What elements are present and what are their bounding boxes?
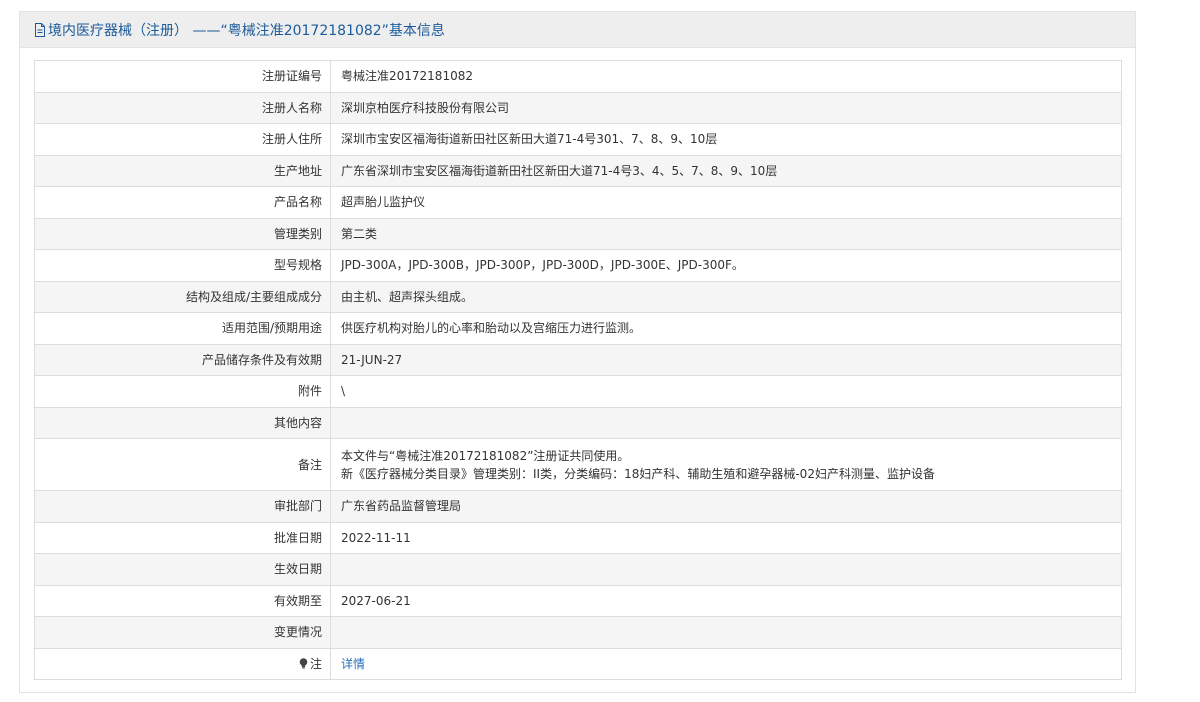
remarks-line-2: 新《医疗器械分类目录》管理类别：II类，分类编码：18妇产科、辅助生殖和避孕器械… xyxy=(341,466,935,481)
table-row: 附件 \ xyxy=(34,375,1122,408)
row-value: 深圳市宝安区福海街道新田社区新田大道71-4号301、7、8、9、10层 xyxy=(330,123,1122,156)
table-row: 生产地址 广东省深圳市宝安区福海街道新田社区新田大道71-4号3、4、5、7、8… xyxy=(34,154,1122,187)
table-row: 批准日期 2022-11-11 xyxy=(34,521,1122,554)
row-value: 粤械注准20172181082 xyxy=(330,60,1122,93)
row-value-remarks: 本文件与“粤械注准20172181082”注册证共同使用。 新《医疗器械分类目录… xyxy=(330,438,1122,491)
lightbulb-icon xyxy=(299,657,308,669)
details-link[interactable]: 详情 xyxy=(341,657,365,671)
row-value: 广东省深圳市宝安区福海街道新田社区新田大道71-4号3、4、5、7、8、9、10… xyxy=(330,154,1122,187)
row-value: 供医疗机构对胎儿的心率和胎动以及宫缩压力进行监测。 xyxy=(330,312,1122,345)
row-value: 深圳京柏医疗科技股份有限公司 xyxy=(330,91,1122,124)
row-value: 2022-11-11 xyxy=(330,521,1122,554)
row-label: 附件 xyxy=(34,375,331,408)
table-row: 备注 本文件与“粤械注准20172181082”注册证共同使用。 新《医疗器械分… xyxy=(34,438,1122,491)
row-value: 21-JUN-27 xyxy=(330,343,1122,376)
table-row: 审批部门 广东省药品监督管理局 xyxy=(34,490,1122,523)
page-title: 境内医疗器械（注册） ——“粤械注准20172181082”基本信息 xyxy=(48,22,445,39)
row-label-note: 注 xyxy=(34,647,331,680)
info-table-wrap: 注册证编号 粤械注准20172181082 注册人名称 深圳京柏医疗科技股份有限… xyxy=(34,60,1122,680)
table-row: 产品名称 超声胎儿监护仪 xyxy=(34,186,1122,219)
row-label: 注册人名称 xyxy=(34,91,331,124)
row-value xyxy=(330,553,1122,586)
table-row: 产品储存条件及有效期 21-JUN-27 xyxy=(34,343,1122,376)
row-label: 管理类别 xyxy=(34,217,331,250)
row-label: 其他内容 xyxy=(34,406,331,439)
table-row: 注册人名称 深圳京柏医疗科技股份有限公司 xyxy=(34,91,1122,124)
table-row: 生效日期 xyxy=(34,553,1122,586)
note-label: 注 xyxy=(309,656,322,671)
row-label: 注册人住所 xyxy=(34,123,331,156)
row-value: 第二类 xyxy=(330,217,1122,250)
row-label: 审批部门 xyxy=(34,490,331,523)
row-label: 产品储存条件及有效期 xyxy=(34,343,331,376)
table-row: 型号规格 JPD-300A，JPD-300B，JPD-300P，JPD-300D… xyxy=(34,249,1122,282)
table-row: 注册人住所 深圳市宝安区福海街道新田社区新田大道71-4号301、7、8、9、1… xyxy=(34,123,1122,156)
row-label: 型号规格 xyxy=(34,249,331,282)
row-value: 超声胎儿监护仪 xyxy=(330,186,1122,219)
row-label: 适用范围/预期用途 xyxy=(34,312,331,345)
table-row: 其他内容 xyxy=(34,406,1122,439)
row-value: 2027-06-21 xyxy=(330,584,1122,617)
row-value xyxy=(330,406,1122,439)
row-label: 备注 xyxy=(34,438,331,491)
row-value: JPD-300A，JPD-300B，JPD-300P，JPD-300D，JPD-… xyxy=(330,249,1122,282)
row-label: 变更情况 xyxy=(34,616,331,649)
row-label: 生效日期 xyxy=(34,553,331,586)
row-value: 广东省药品监督管理局 xyxy=(330,490,1122,523)
info-panel: 境内医疗器械（注册） ——“粤械注准20172181082”基本信息 注册证编号… xyxy=(19,11,1136,693)
panel-header: 境内医疗器械（注册） ——“粤械注准20172181082”基本信息 xyxy=(20,12,1135,48)
row-value: \ xyxy=(330,375,1122,408)
table-row: 适用范围/预期用途 供医疗机构对胎儿的心率和胎动以及宫缩压力进行监测。 xyxy=(34,312,1122,345)
row-value-note: 详情 xyxy=(330,647,1122,680)
table-row: 注 详情 xyxy=(34,647,1122,680)
row-label: 生产地址 xyxy=(34,154,331,187)
row-label: 批准日期 xyxy=(34,521,331,554)
document-icon xyxy=(34,22,46,37)
table-row: 注册证编号 粤械注准20172181082 xyxy=(34,60,1122,93)
row-label: 产品名称 xyxy=(34,186,331,219)
table-row: 变更情况 xyxy=(34,616,1122,649)
table-row: 管理类别 第二类 xyxy=(34,217,1122,250)
row-value xyxy=(330,616,1122,649)
remarks-line-1: 本文件与“粤械注准20172181082”注册证共同使用。 xyxy=(341,448,630,463)
row-value: 由主机、超声探头组成。 xyxy=(330,280,1122,313)
table-row: 结构及组成/主要组成成分 由主机、超声探头组成。 xyxy=(34,280,1122,313)
row-label: 注册证编号 xyxy=(34,60,331,93)
row-label: 有效期至 xyxy=(34,584,331,617)
info-table: 注册证编号 粤械注准20172181082 注册人名称 深圳京柏医疗科技股份有限… xyxy=(34,60,1122,680)
row-label: 结构及组成/主要组成成分 xyxy=(34,280,331,313)
table-row: 有效期至 2027-06-21 xyxy=(34,584,1122,617)
